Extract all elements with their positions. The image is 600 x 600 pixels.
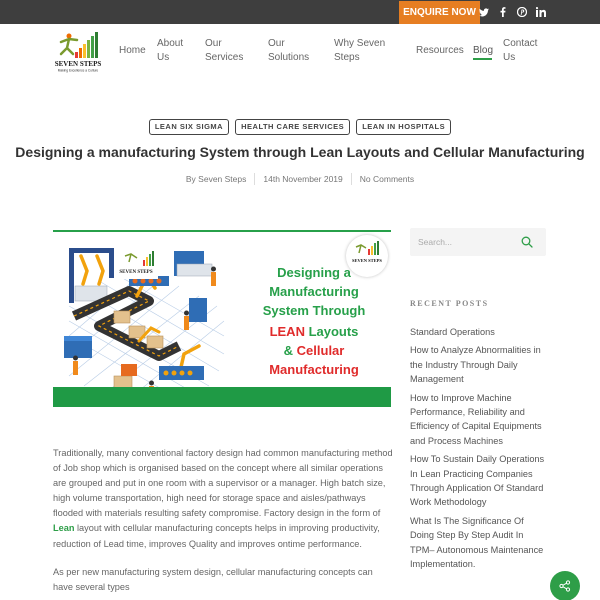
- nav-label: Services: [205, 52, 244, 63]
- logo-tagline: Making Excellence a Culture: [58, 69, 99, 73]
- lean-link[interactable]: Lean: [53, 523, 74, 533]
- nav-active-indicator: [473, 58, 492, 60]
- nav-label: Us: [503, 52, 516, 63]
- nav-contact-us[interactable]: Contact Us: [503, 37, 537, 65]
- nav-label: Home: [119, 45, 146, 56]
- nav-label: Contact: [503, 38, 538, 49]
- twitter-icon[interactable]: [476, 0, 492, 24]
- post-author[interactable]: By Seven Steps: [186, 174, 246, 184]
- banner-text-red: LEAN: [269, 324, 305, 339]
- tag-health-care-services[interactable]: HEALTH CARE SERVICES: [235, 119, 351, 135]
- banner-top-stripe: [53, 230, 391, 232]
- recent-post-link[interactable]: How To Sustain Daily Operations In Lean …: [410, 452, 550, 510]
- nav-home[interactable]: Home: [119, 44, 146, 58]
- nav-label: Solutions: [268, 52, 310, 63]
- recent-post-link[interactable]: What Is The Significance Of Doing Step B…: [410, 514, 550, 572]
- site-header: SEVEN STEPS Making Excellence a Culture …: [0, 24, 600, 82]
- share-button[interactable]: [550, 571, 580, 600]
- text-run: layout with cellular manufacturing conce…: [53, 523, 380, 549]
- recent-post-link[interactable]: How to Improve Machine Performance, Reli…: [410, 391, 550, 449]
- featured-image: SEVEN STEPS SEVEN STEPS Designing a Manu…: [53, 230, 391, 407]
- site-logo[interactable]: SEVEN STEPS Making Excellence a Culture: [53, 30, 103, 74]
- logo-wordmark: SEVEN STEPS: [55, 60, 102, 68]
- nav-label: Our: [205, 38, 222, 49]
- post-meta: By Seven Steps 14th November 2019 No Com…: [0, 173, 600, 185]
- banner-line: Designing a: [277, 265, 351, 280]
- banner-line: Manufacturing: [269, 362, 359, 377]
- pinterest-icon[interactable]: [514, 0, 530, 24]
- banner-line: LEAN Layouts: [239, 322, 389, 341]
- share-icon: [559, 580, 571, 592]
- nav-our-services[interactable]: Our Services: [205, 37, 243, 65]
- factory-illustration: SEVEN STEPS: [64, 248, 225, 400]
- sidebar-search: [410, 228, 546, 256]
- top-bar: ENQUIRE NOW: [0, 0, 600, 24]
- nav-our-solutions[interactable]: Our Solutions: [268, 37, 309, 65]
- post-comments-link[interactable]: No Comments: [360, 174, 414, 184]
- enquire-now-button[interactable]: ENQUIRE NOW: [399, 1, 480, 24]
- banner-line: & Cellular: [239, 341, 389, 360]
- tag-lean-six-sigma[interactable]: LEAN SIX SIGMA: [148, 119, 230, 135]
- recent-post-link[interactable]: Standard Operations: [410, 325, 550, 339]
- banner-line: Manufacturing: [269, 284, 359, 299]
- search-icon[interactable]: [521, 236, 533, 248]
- meta-divider: [350, 173, 352, 185]
- nav-blog[interactable]: Blog: [473, 44, 493, 58]
- nav-label: Blog: [473, 45, 494, 56]
- linkedin-icon[interactable]: [533, 0, 549, 24]
- search-input[interactable]: [418, 234, 513, 250]
- tag-lean-in-hospitals[interactable]: LEAN IN HOSPITALS: [356, 119, 452, 135]
- banner-line: System Through: [262, 303, 366, 318]
- banner-text-red: Cellular: [296, 343, 345, 358]
- nav-why-seven-steps[interactable]: Why Seven Steps: [334, 37, 385, 65]
- nav-label: Our: [268, 38, 285, 49]
- article-paragraph: As per new manufacturing system design, …: [53, 566, 373, 592]
- post-date: 14th November 2019: [263, 174, 343, 184]
- article-paragraph: Traditionally, many conventional factory…: [53, 446, 393, 552]
- banner-illus-logo-text: SEVEN STEPS: [119, 270, 152, 275]
- recent-posts-heading: RECENT POSTS: [410, 299, 489, 308]
- facebook-icon[interactable]: [495, 0, 511, 24]
- banner-bottom-band: [53, 387, 391, 407]
- recent-post-link[interactable]: How to Analyze Abnormalities in the Indu…: [410, 343, 550, 386]
- text-run: Traditionally, many conventional factory…: [53, 448, 393, 519]
- banner-text-green: &: [283, 343, 297, 358]
- meta-divider: [254, 173, 256, 185]
- nav-label: Us: [157, 52, 170, 63]
- nav-label: Resources: [416, 45, 464, 56]
- post-tags: LEAN SIX SIGMA HEALTH CARE SERVICES LEAN…: [0, 119, 600, 135]
- banner-headline: Designing a Manufacturing System Through…: [239, 263, 389, 379]
- nav-about-us[interactable]: About Us: [157, 37, 183, 65]
- nav-label: About: [157, 38, 184, 49]
- banner-text-green: Layouts: [304, 324, 359, 339]
- post-title: Designing a manufacturing System through…: [15, 144, 585, 160]
- recent-posts-list: Standard Operations How to Analyze Abnor…: [410, 325, 550, 576]
- nav-resources[interactable]: Resources: [416, 44, 464, 58]
- article-body: Traditionally, many conventional factory…: [53, 446, 393, 600]
- nav-label: Why Seven: [334, 38, 386, 49]
- nav-label: Steps: [334, 52, 360, 63]
